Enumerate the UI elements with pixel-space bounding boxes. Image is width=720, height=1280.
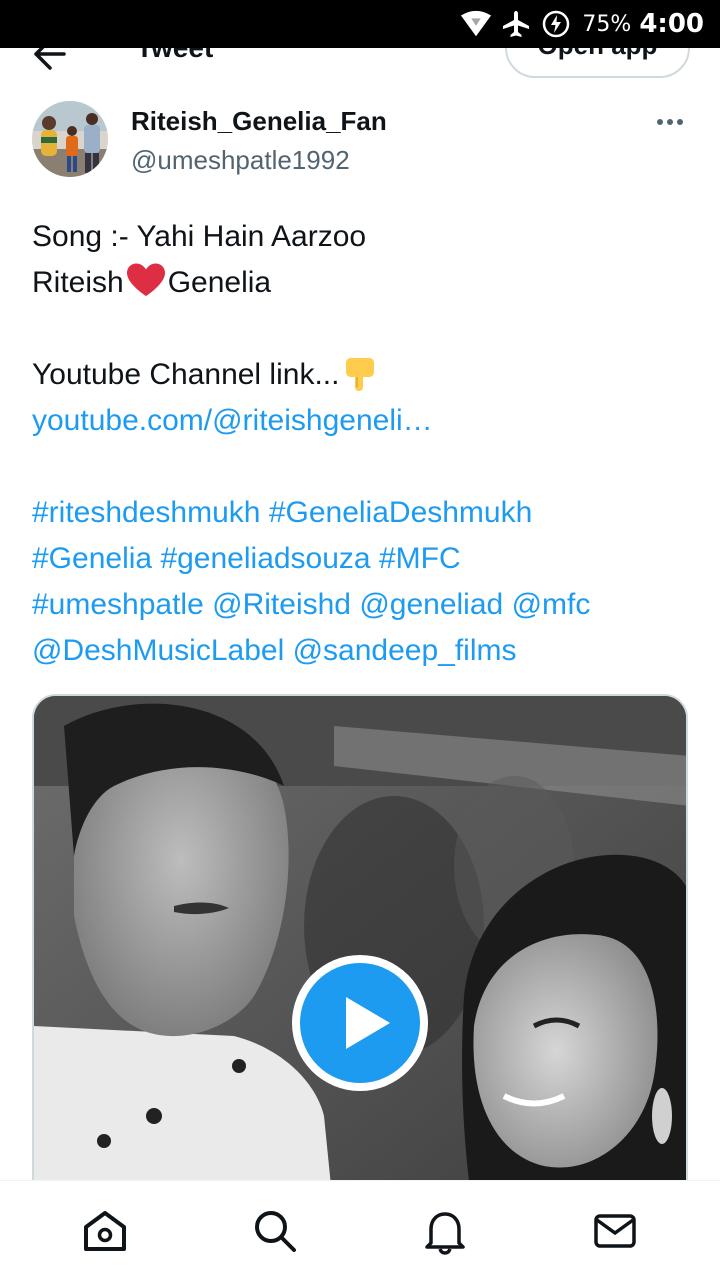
name-left: Riteish [32, 266, 124, 299]
wifi-icon [460, 8, 492, 40]
video-thumbnail[interactable] [32, 694, 688, 1214]
play-button[interactable] [292, 955, 428, 1091]
airplane-mode-icon [500, 8, 532, 40]
hashtag-link[interactable]: #GeneliaDeshmukh [269, 496, 532, 529]
mention-link[interactable]: @geneliad [359, 588, 503, 621]
mention-link[interactable]: @sandeep_films [293, 634, 517, 667]
status-bar: 75% 4:00 [0, 0, 720, 48]
play-icon [300, 963, 420, 1083]
notifications-icon[interactable] [405, 1191, 485, 1271]
tweet-text: Song :- Yahi Hain Aarzoo Riteish Genelia … [32, 214, 692, 674]
mention-line: @DeshMusicLabel @sandeep_films [32, 628, 692, 674]
open-app-button[interactable]: Open app [505, 48, 690, 78]
mention-link[interactable]: @DeshMusicLabel [32, 634, 284, 667]
hashtag-link[interactable]: #Genelia [32, 542, 152, 575]
mention-link[interactable]: @mfc [512, 588, 591, 621]
more-options-icon[interactable] [650, 108, 690, 136]
hashtag-link[interactable]: #umeshpatle [32, 588, 204, 621]
channel-line: Youtube Channel link... [32, 352, 692, 398]
back-arrow-icon[interactable] [30, 48, 70, 74]
names-line: Riteish Genelia [32, 260, 692, 306]
page-title: Tweet [136, 48, 213, 64]
author-handle[interactable]: @umeshpatle1992 [131, 145, 350, 176]
channel-text: Youtube Channel link... [32, 358, 340, 391]
messages-icon[interactable] [575, 1191, 655, 1271]
author-display-name[interactable]: Riteish_Genelia_Fan [131, 106, 387, 137]
youtube-link[interactable]: youtube.com/@riteishgeneli… [32, 398, 692, 444]
search-icon[interactable] [235, 1191, 315, 1271]
mention-link[interactable]: @Riteishd [212, 588, 351, 621]
home-icon[interactable] [65, 1191, 145, 1271]
battery-percent: 75% [582, 11, 632, 37]
hashtag-line-1: #riteshdeshmukh #GeneliaDeshmukh [32, 490, 692, 536]
bottom-navigation [0, 1180, 720, 1280]
heart-emoji-icon [125, 262, 167, 312]
hashtag-link[interactable]: #geneliadsouza [160, 542, 370, 575]
hashtag-line-2: #Genelia #geneliadsouza #MFC [32, 536, 692, 582]
hashtag-line-3: #umeshpatle @Riteishd @geneliad @mfc [32, 582, 692, 628]
hashtag-link[interactable]: #MFC [379, 542, 461, 575]
song-line: Song :- Yahi Hain Aarzoo [32, 220, 367, 253]
avatar[interactable] [32, 101, 108, 177]
top-header: Tweet Open app [0, 48, 720, 88]
hashtag-link[interactable]: #riteshdeshmukh [32, 496, 260, 529]
clock: 4:00 [639, 9, 704, 39]
open-app-label: Open app [507, 48, 688, 61]
name-right: Genelia [167, 266, 272, 299]
battery-saver-icon [540, 8, 572, 40]
